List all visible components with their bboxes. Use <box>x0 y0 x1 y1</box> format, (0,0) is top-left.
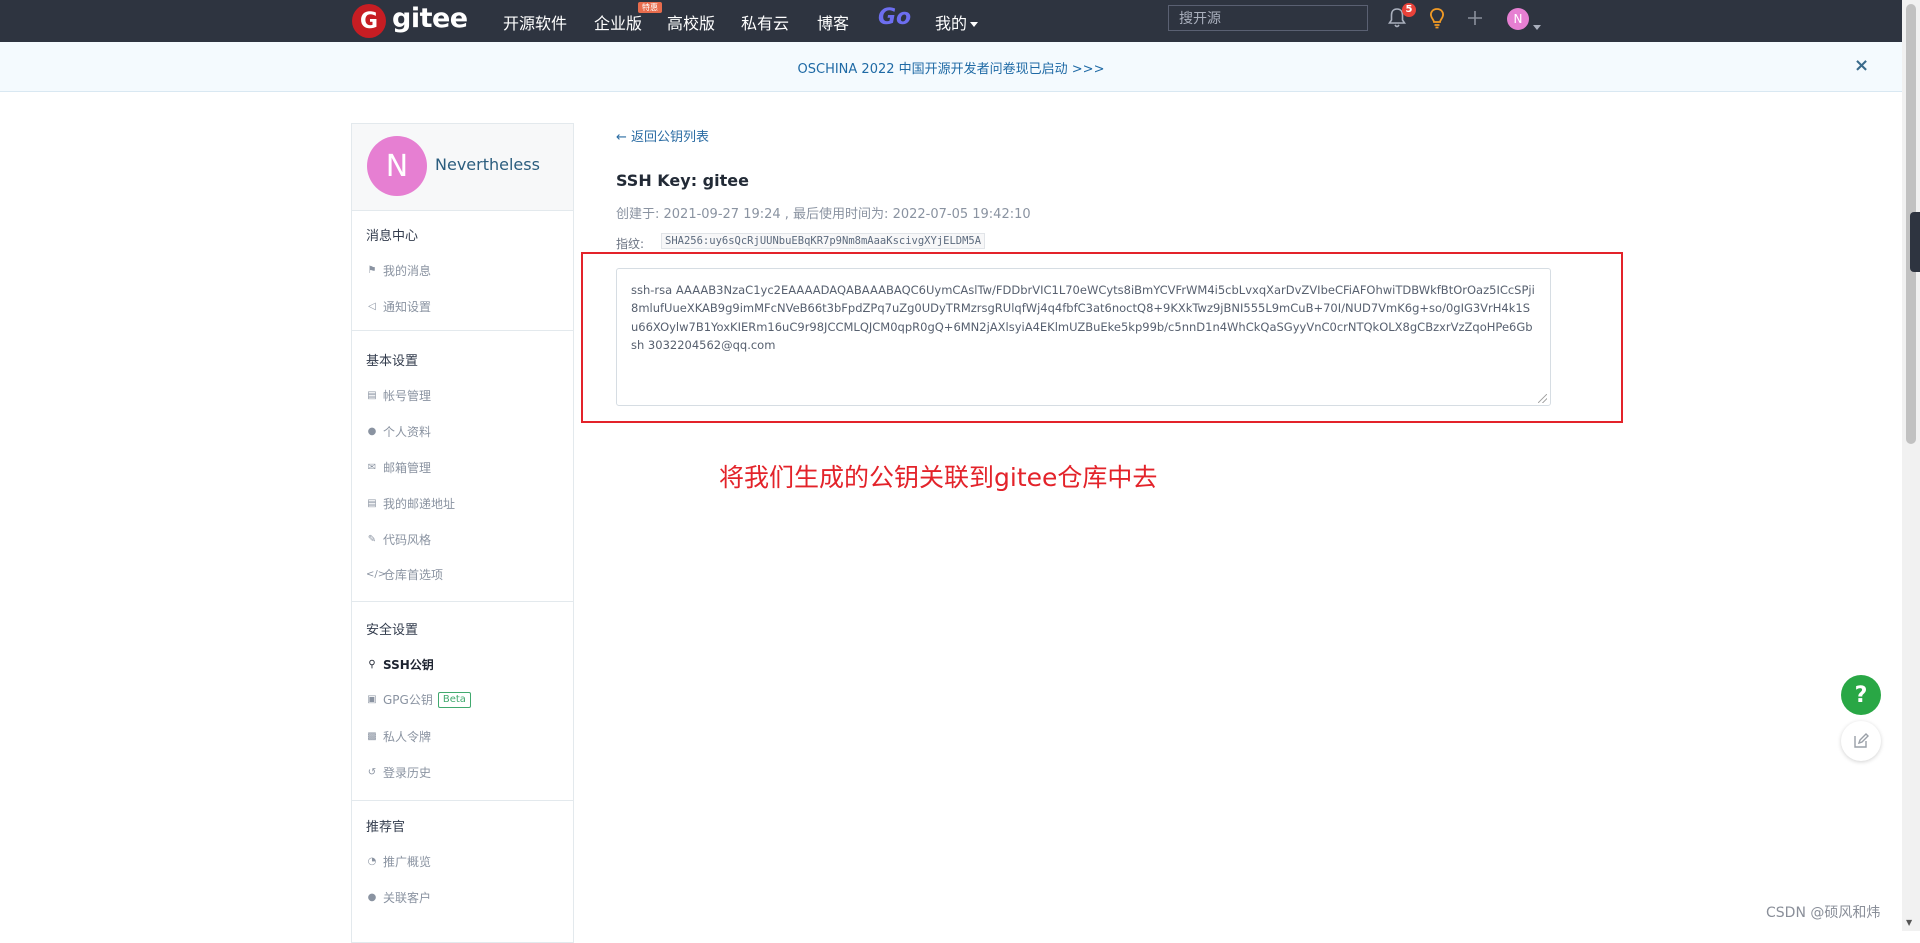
nav-go[interactable]: Go <box>878 5 911 30</box>
gitee-logo-icon[interactable]: G <box>352 4 386 38</box>
section-divider <box>352 601 573 602</box>
pie-chart-icon: ◔ <box>367 856 377 867</box>
page-title: SSH Key: gitee <box>616 171 749 190</box>
sidebar-item-promotion-overview[interactable]: ◔ 推广概览 <box>366 853 431 870</box>
sidebar-item-label: 代码风格 <box>383 533 432 547</box>
volume-icon: ◁ <box>368 301 376 312</box>
sidebar-item-my-messages[interactable]: ⚑ 我的消息 <box>366 262 432 279</box>
watermark-text: CSDN @硕风和炜 <box>1766 905 1881 921</box>
fingerprint-value: SHA256:uy6sQcRjUUNbuEBqKR7p9Nm8mAaaKsciv… <box>661 233 986 249</box>
sidebar-item-label: 个人资料 <box>383 425 432 439</box>
sidebar-item-label: 我的消息 <box>383 264 432 278</box>
sidebar-item-label: 仓库首选项 <box>383 568 444 582</box>
sidebar-item-label: SSH公钥 <box>383 658 434 672</box>
user-link-icon: ● <box>367 892 377 903</box>
avatar[interactable]: N <box>367 136 427 196</box>
section-title-messages: 消息中心 <box>366 229 419 244</box>
sidebar-item-login-history[interactable]: ↺ 登录历史 <box>366 764 431 781</box>
sidebar-item-label: 邮箱管理 <box>383 461 432 475</box>
beta-badge: Beta <box>437 691 471 708</box>
sidebar-item-label: 我的邮递地址 <box>383 497 456 511</box>
nav-private-cloud[interactable]: 私有云 <box>741 10 789 34</box>
token-icon: ▩ <box>367 731 377 742</box>
sidebar-item-notification-settings[interactable]: ◁ 通知设置 <box>366 298 431 315</box>
sidebar-item-linked-customers[interactable]: ● 关联客户 <box>366 889 431 906</box>
annotation-text: 将我们生成的公钥关联到gitee仓库中去 <box>719 463 1158 492</box>
user-avatar-menu[interactable]: N <box>1507 8 1529 30</box>
sidebar-item-label: 推广概览 <box>383 855 432 869</box>
key-meta-info: 创建于: 2021-09-27 19:24 , 最后使用时间为: 2022-07… <box>616 207 1031 222</box>
enterprise-promo-badge: 特惠 <box>638 2 662 13</box>
section-title-security: 安全设置 <box>366 623 419 638</box>
gitee-logo-text[interactable]: gitee <box>392 3 468 34</box>
sidebar-item-code-style[interactable]: ✎ 代码风格 <box>366 531 431 548</box>
notification-count-badge: 5 <box>1402 3 1416 17</box>
lock-icon: ▣ <box>367 694 377 705</box>
sidebar-item-gpg-keys[interactable]: ▣ GPG公钥 Beta <box>366 691 471 708</box>
sidebar-item-account[interactable]: ▤ 帐号管理 <box>366 387 431 404</box>
nav-education[interactable]: 高校版 <box>667 10 715 34</box>
side-panel-tab[interactable] <box>1910 212 1920 272</box>
feedback-button[interactable] <box>1841 721 1881 761</box>
search-input[interactable] <box>1177 10 1361 28</box>
code-icon: </> <box>366 569 387 580</box>
user-icon: ● <box>367 426 377 437</box>
sidebar-item-repo-preferences[interactable]: </> 仓库首选项 <box>366 566 443 583</box>
banner-link[interactable]: OSCHINA 2022 中国开源开发者问卷现已启动 >>> <box>0 58 1902 77</box>
section-title-referral: 推荐官 <box>366 820 406 835</box>
sidebar-item-email[interactable]: ✉ 邮箱管理 <box>366 459 431 476</box>
lightbulb-icon[interactable] <box>1428 7 1446 33</box>
history-icon: ↺ <box>367 767 377 778</box>
nav-enterprise[interactable]: 企业版 <box>594 10 642 34</box>
section-divider <box>352 800 573 801</box>
key-icon: ⚲ <box>368 659 376 670</box>
chevron-down-icon <box>970 22 979 27</box>
fingerprint-label: 指纹: <box>616 237 645 251</box>
scroll-down-arrow-icon[interactable]: ▼ <box>1906 918 1912 927</box>
brush-icon: ✎ <box>367 534 377 545</box>
search-box[interactable] <box>1168 5 1368 31</box>
plus-icon[interactable] <box>1467 10 1483 30</box>
address-card-icon: ▤ <box>367 498 377 509</box>
section-title-basic: 基本设置 <box>366 354 419 369</box>
sidebar-item-label: GPG公钥 <box>383 693 433 707</box>
nav-mine-dropdown[interactable]: 我的 <box>935 10 979 34</box>
sidebar-item-ssh-keys[interactable]: ⚲ SSH公钥 <box>366 656 434 673</box>
sidebar-item-label: 私人令牌 <box>383 730 432 744</box>
help-button[interactable]: ? <box>1841 675 1881 715</box>
nav-blog[interactable]: 博客 <box>817 10 849 34</box>
nav-mine-label: 我的 <box>935 14 968 33</box>
username-link[interactable]: Nevertheless <box>435 155 540 174</box>
sidebar-item-label: 帐号管理 <box>383 389 432 403</box>
nav-open-source[interactable]: 开源软件 <box>503 10 567 34</box>
sidebar-item-private-tokens[interactable]: ▩ 私人令牌 <box>366 728 431 745</box>
annotation-highlight-box <box>581 252 1623 423</box>
sidebar-item-label: 通知设置 <box>383 300 432 314</box>
id-card-icon: ▤ <box>367 390 377 401</box>
sidebar-item-profile[interactable]: ● 个人资料 <box>366 423 431 440</box>
edit-icon <box>1854 733 1869 748</box>
sidebar-item-label: 登录历史 <box>383 766 432 780</box>
sidebar-item-mailing-address[interactable]: ▤ 我的邮递地址 <box>366 495 455 512</box>
sidebar-item-label: 关联客户 <box>383 891 432 905</box>
close-icon[interactable]: × <box>1854 55 1869 76</box>
avatar-chevron-down-icon[interactable] <box>1533 16 1541 35</box>
envelope-icon: ✉ <box>367 462 377 473</box>
back-to-key-list-link[interactable]: ← 返回公钥列表 <box>616 126 709 145</box>
section-divider <box>352 330 573 331</box>
bell-icon: ⚑ <box>367 265 377 276</box>
